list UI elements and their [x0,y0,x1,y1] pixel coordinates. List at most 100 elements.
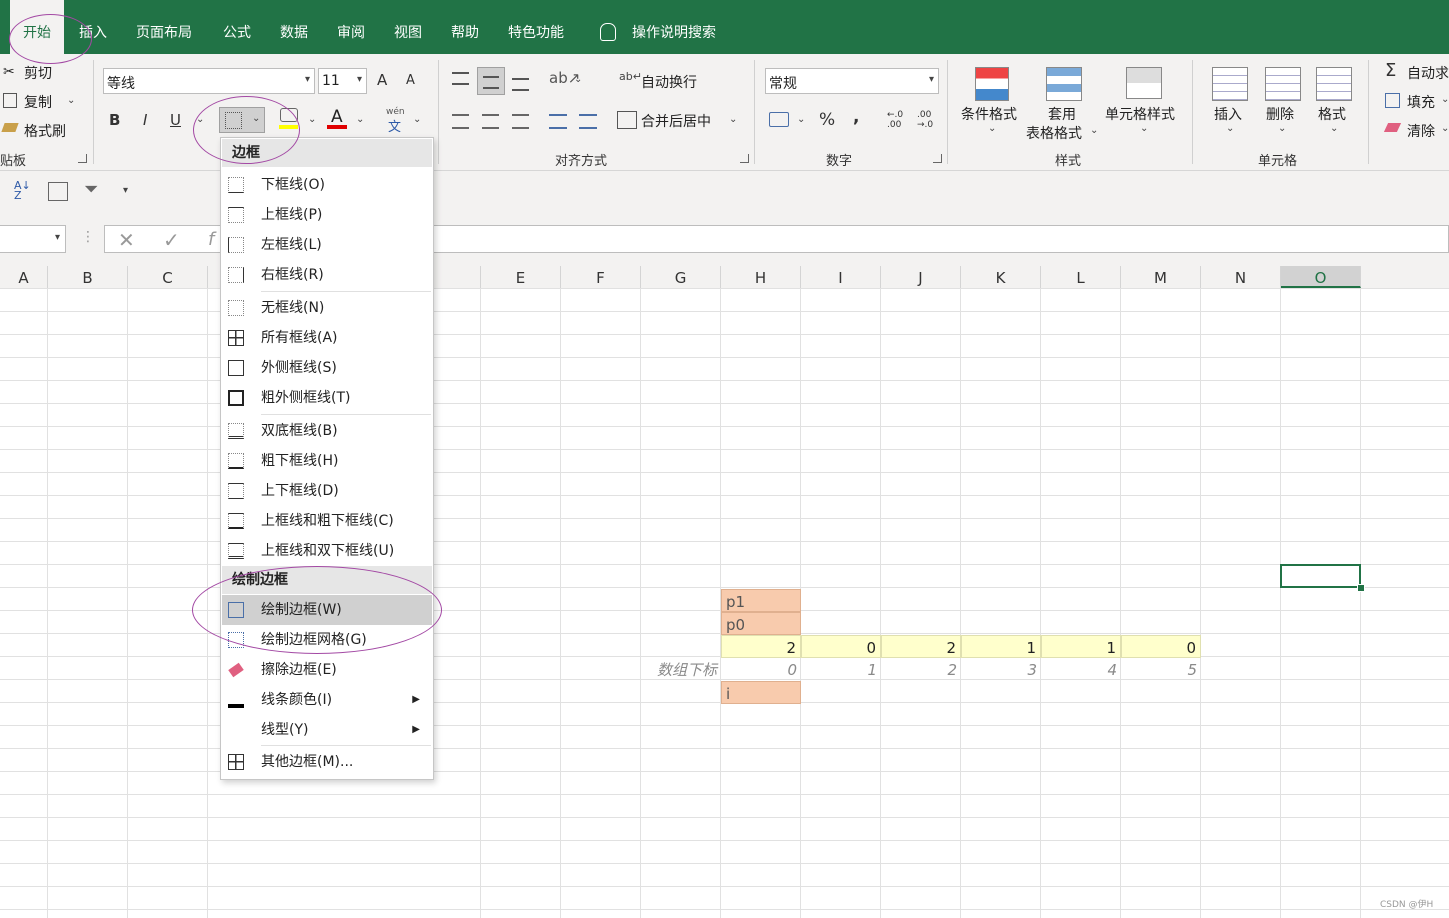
function-icon[interactable]: f [208,229,214,250]
fill-chevron-icon[interactable]: ⌄ [308,114,316,125]
chevron-down-icon[interactable]: ⌄ [1441,123,1449,134]
percent-button[interactable]: % [819,110,835,130]
menu-item-draw-border[interactable]: 绘制边框(W) [222,595,432,625]
tab-home[interactable]: 开始 [10,0,64,54]
merge-chevron-icon[interactable]: ⌄ [729,114,737,125]
align-bottom-icon[interactable] [512,78,529,91]
borders-button[interactable]: ⌄ [219,107,265,133]
fill-color-icon[interactable] [280,108,298,122]
underline-chevron-icon[interactable]: ⌄ [196,114,204,125]
tab-help[interactable]: 帮助 [438,0,492,54]
increase-indent-icon[interactable] [579,114,597,129]
align-middle-button[interactable] [477,67,505,95]
cell-value-3[interactable]: 1 [961,635,1041,658]
sort-asc-icon[interactable]: A↓ Z [14,180,31,201]
font-color-icon[interactable]: A [331,107,343,127]
chevron-down-icon[interactable]: ⌄ [988,123,996,134]
menu-item-draw-border-grid[interactable]: 绘制边框网格(G) [222,625,432,655]
cell-index-1[interactable]: 1 [801,658,881,681]
col-header-c[interactable]: C [128,266,208,288]
cell-index-0[interactable]: 0 [721,658,801,681]
phonetic-chevron-icon[interactable]: ⌄ [413,114,421,125]
cell-index-4[interactable]: 4 [1041,658,1121,681]
menu-item-all-borders[interactable]: 所有框线(A) [222,323,432,353]
filter-icon[interactable]: ⏷ [84,179,98,200]
menu-item-more-borders[interactable]: 其他边框(M)... [222,747,432,777]
chevron-down-icon[interactable]: ⌄ [1140,123,1148,134]
insert-cells-button[interactable]: 插入 [1214,104,1242,124]
decrease-indent-icon[interactable] [549,114,567,129]
tab-view[interactable]: 视图 [381,0,435,54]
cell-value-0[interactable]: 2 [721,635,801,658]
number-format-select[interactable]: 常规 ▾ [765,68,939,94]
phonetic-guide-button[interactable]: 文 [388,116,401,135]
table-format-button[interactable]: 表格格式 [1026,123,1082,143]
autosum-button[interactable]: 自动求 [1407,63,1449,83]
menu-item-top-thick-bottom[interactable]: 上框线和粗下框线(C) [222,506,432,536]
menu-item-outside-borders[interactable]: 外侧框线(S) [222,353,432,383]
menu-item-no-border[interactable]: 无框线(N) [222,293,432,323]
cell-index-5[interactable]: 5 [1121,658,1201,681]
decrease-decimal-icon[interactable]: .00 →.0 [917,110,933,130]
chevron-down-icon[interactable]: ⌄ [1090,125,1098,136]
menu-item-bottom-border[interactable]: 下框线(O) [222,170,432,200]
menu-item-line-style[interactable]: 线型(Y) ▶ [222,715,432,745]
currency-chevron-icon[interactable]: ⌄ [797,114,805,125]
col-header-l[interactable]: L [1041,266,1121,288]
menu-item-top-bottom[interactable]: 上下框线(D) [222,476,432,506]
comma-button[interactable]: , [853,107,859,127]
cell-h-p1[interactable]: p1 [721,589,801,612]
col-header-f[interactable]: F [561,266,641,288]
tab-special[interactable]: 特色功能 [495,0,577,54]
col-header-g[interactable]: G [641,266,721,288]
menu-item-top-border[interactable]: 上框线(P) [222,200,432,230]
menu-item-line-color[interactable]: 线条颜色(I) ▶ [222,685,432,715]
conditional-format-button[interactable]: 条件格式 [961,104,1017,124]
format-cells-button[interactable]: 格式 [1318,104,1346,124]
fill-button[interactable]: 填充 [1407,92,1435,112]
tab-insert[interactable]: 插入 [66,0,120,54]
cell-h-p0[interactable]: p0 [721,612,801,635]
align-top-icon[interactable] [452,72,469,85]
col-header-e[interactable]: E [481,266,561,288]
merge-center-button[interactable]: 合并后居中 [641,111,711,131]
col-header-n[interactable]: N [1201,266,1281,288]
cell-index-label[interactable]: 数组下标 [641,658,721,681]
grow-font-button[interactable]: A [377,71,387,89]
cell-styles-button[interactable]: 单元格样式 [1105,104,1175,124]
cell-value-1[interactable]: 0 [801,635,881,658]
menu-item-top-double-bottom[interactable]: 上框线和双下框线(U) [222,536,432,566]
col-header-p[interactable]: P [1361,266,1449,288]
font-size-select[interactable]: 11 ▾ [318,68,367,94]
col-header-b[interactable]: B [48,266,128,288]
cell-index-3[interactable]: 3 [961,658,1041,681]
active-cell[interactable] [1280,564,1361,588]
chevron-down-icon[interactable]: ⌄ [1441,94,1449,105]
name-box[interactable]: ▾ [0,225,66,253]
col-header-h[interactable]: H [721,266,801,288]
cancel-icon[interactable]: ✕ [118,228,135,252]
chevron-down-icon[interactable]: ⌄ [1330,123,1338,134]
copy-button[interactable]: 复制 [24,92,52,112]
cut-button[interactable]: 剪切 [24,63,52,83]
wrap-text-button[interactable]: 自动换行 [641,72,697,92]
enter-icon[interactable]: ✓ [163,228,180,252]
font-color-chevron-icon[interactable]: ⌄ [356,114,364,125]
currency-icon[interactable] [769,112,789,127]
align-right-icon[interactable] [512,114,529,129]
chevron-down-icon[interactable]: ⌄ [1278,123,1286,134]
copy-chevron-icon[interactable]: ⌄ [67,95,75,106]
col-header-a[interactable]: A [0,266,48,288]
delete-cells-button[interactable]: 删除 [1266,104,1294,124]
tab-review[interactable]: 审阅 [324,0,378,54]
dialog-launcher-icon[interactable] [78,154,87,163]
sort-custom-icon[interactable] [48,182,68,201]
cell-value-4[interactable]: 1 [1041,635,1121,658]
clear-button[interactable]: 清除 [1407,121,1435,141]
tab-formulas[interactable]: 公式 [210,0,264,54]
align-center-icon[interactable] [482,114,499,129]
cell-value-5[interactable]: 0 [1121,635,1201,658]
tell-me-search[interactable]: 操作说明搜索 [600,0,716,54]
cell-h-i[interactable]: i [721,681,801,704]
dialog-launcher-icon[interactable] [933,154,942,163]
